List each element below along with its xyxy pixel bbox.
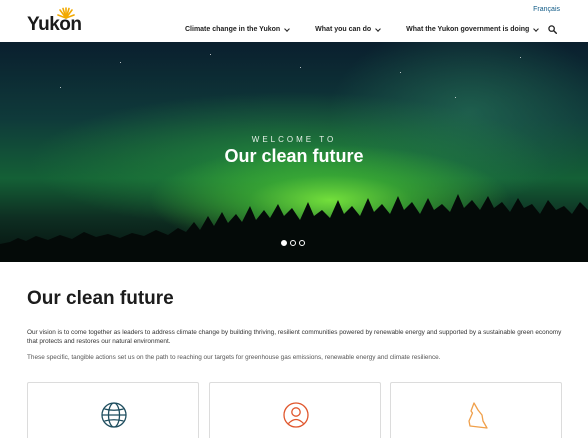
- topic-card-climate[interactable]: [27, 382, 199, 438]
- hero-banner: WELCOME TO Our clean future: [0, 42, 588, 262]
- vision-paragraph: Our vision is to come together as leader…: [27, 329, 562, 345]
- chevron-down-icon: [533, 25, 540, 32]
- mountain-icon: [468, 402, 488, 429]
- person-icon: [282, 402, 309, 428]
- search-icon[interactable]: [548, 25, 557, 34]
- hero-title: Our clean future: [224, 146, 364, 166]
- carousel-dot-3[interactable]: [299, 240, 305, 246]
- page-title: Our clean future: [27, 288, 174, 309]
- hero-eyebrow: WELCOME TO: [251, 135, 337, 144]
- carousel-dots: [281, 240, 308, 246]
- nav-label: What you can do: [315, 26, 372, 33]
- language-link[interactable]: Français: [533, 6, 560, 13]
- treeline-image: [0, 194, 588, 262]
- actions-paragraph: These specific, tangible actions set us …: [27, 354, 441, 361]
- nav-label: What the Yukon government is doing: [406, 26, 530, 33]
- nav-label: Climate change in the Yukon: [185, 26, 281, 33]
- yukon-logo[interactable]: Yukon: [27, 7, 87, 37]
- nav-government-actions[interactable]: What the Yukon government is doing: [406, 25, 540, 33]
- nav-climate-change[interactable]: Climate change in the Yukon: [185, 25, 291, 33]
- carousel-dot-2[interactable]: [290, 240, 296, 246]
- topic-card-land[interactable]: [390, 382, 562, 438]
- chevron-down-icon: [375, 25, 382, 32]
- carousel-dot-1[interactable]: [281, 240, 287, 246]
- topic-card-people[interactable]: [208, 382, 381, 438]
- chevron-down-icon: [284, 25, 291, 32]
- main-nav: Climate change in the Yukon What you can…: [185, 25, 564, 33]
- site-header: Yukon Français Climate change in the Yuk…: [0, 0, 588, 42]
- nav-what-you-can-do[interactable]: What you can do: [315, 25, 382, 33]
- topic-cards: [27, 382, 562, 438]
- sun-icon: [57, 7, 75, 19]
- globe-icon: [101, 402, 127, 428]
